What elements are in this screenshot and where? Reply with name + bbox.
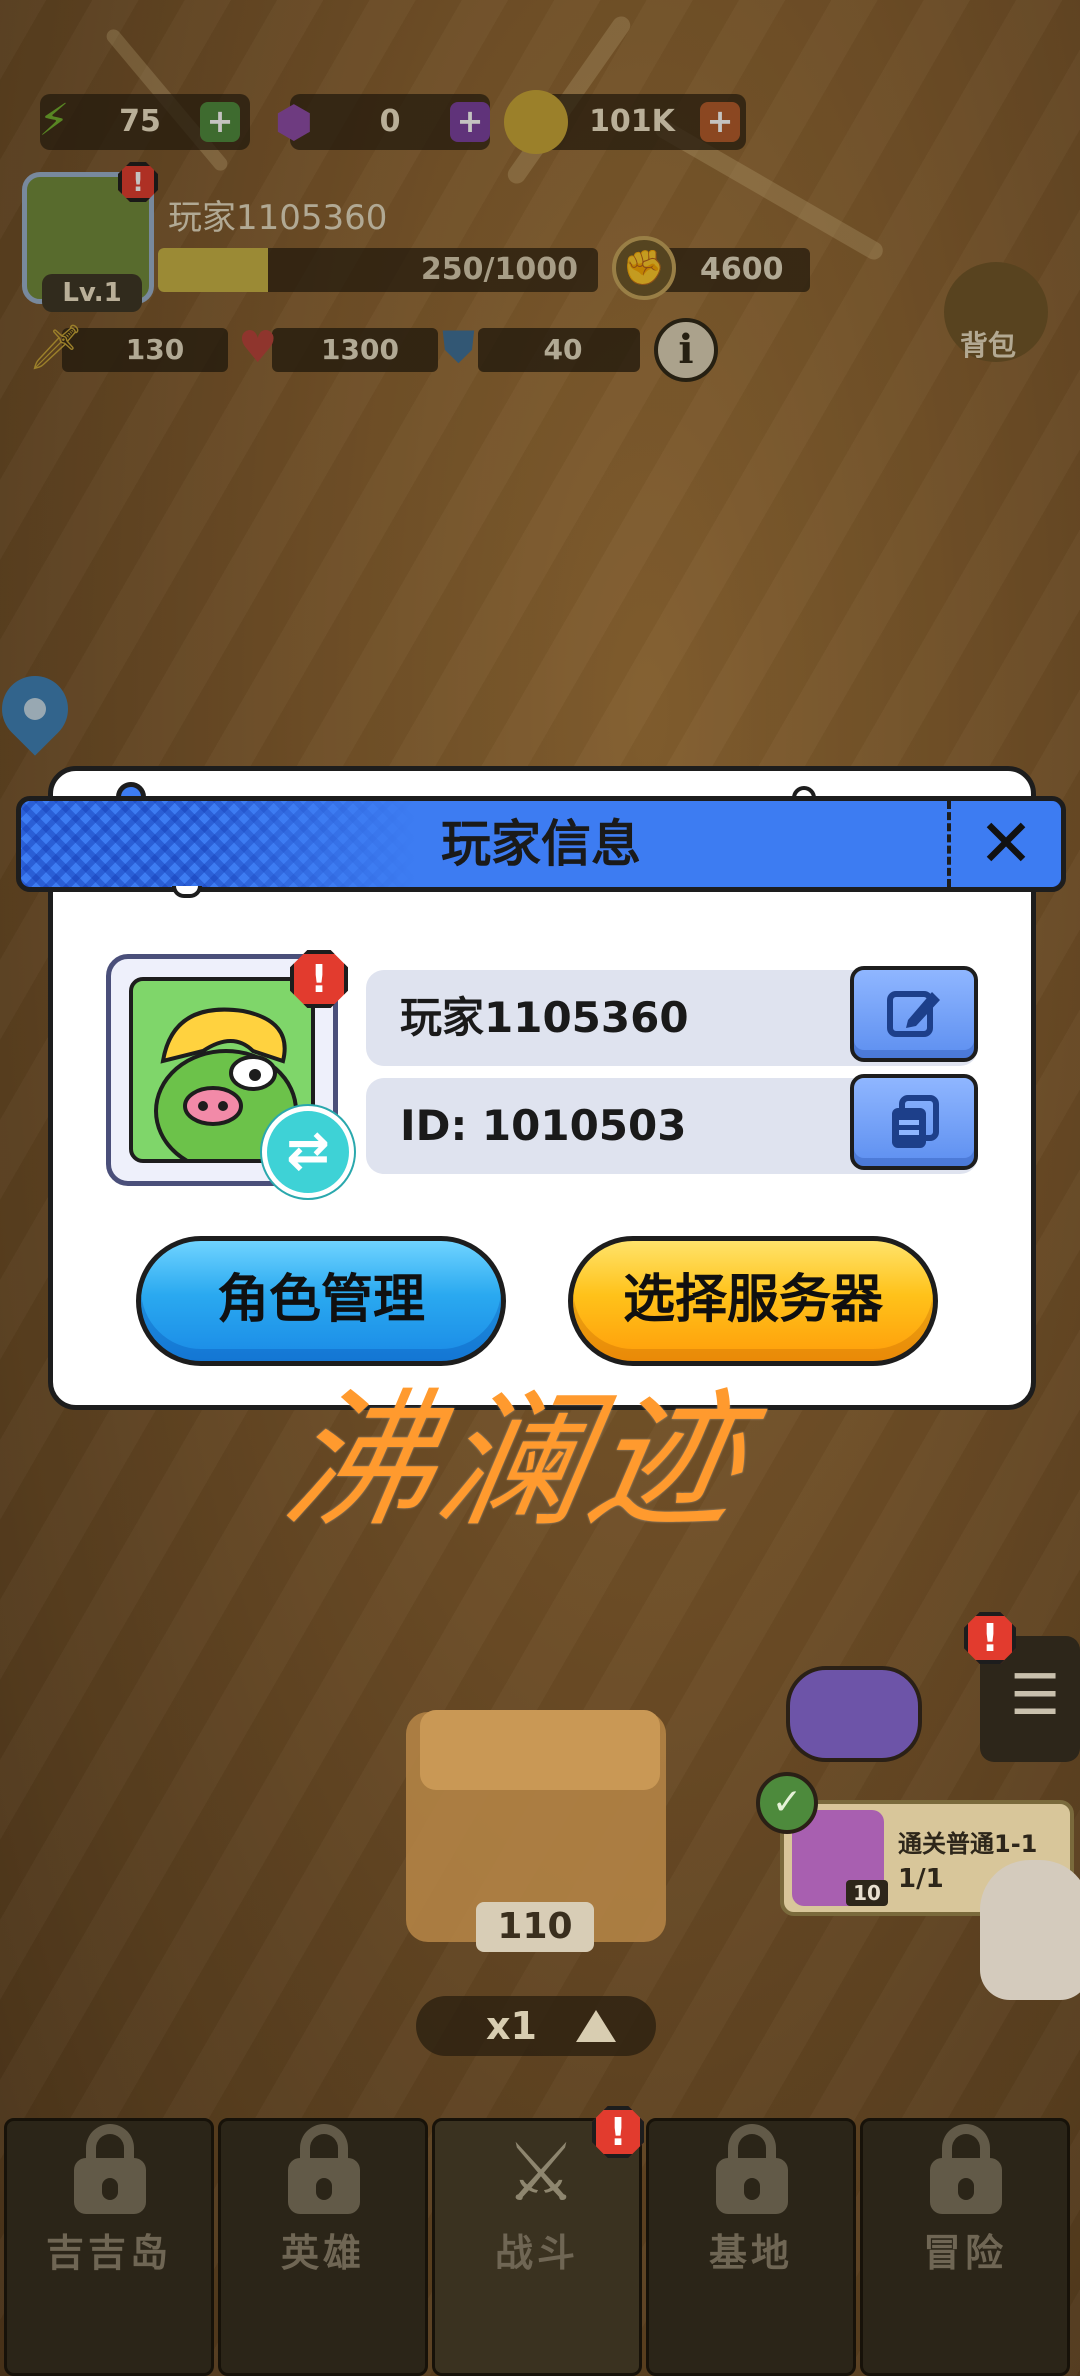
- list-icon: ☰: [1010, 1663, 1061, 1728]
- speed-up-icon[interactable]: [576, 2010, 616, 2042]
- player-id-value: ID: 1010503: [400, 1101, 687, 1150]
- pointer-hand-icon: [980, 1860, 1080, 2000]
- player-name-field: 玩家1105360: [366, 966, 978, 1066]
- gamepad-icon[interactable]: [786, 1666, 922, 1762]
- tab-label: 吉吉岛: [45, 2231, 172, 2275]
- lock-icon: [68, 2124, 152, 2214]
- menu-alert-badge: !: [964, 1612, 1016, 1664]
- dialog-header: 玩家信息 ✕: [16, 796, 1066, 892]
- lock-icon: [710, 2124, 794, 2214]
- battle-alert-badge: !: [592, 2106, 644, 2158]
- swap-avatar-icon[interactable]: ⇄: [262, 1106, 354, 1198]
- dialog-title: 玩家信息: [441, 815, 641, 873]
- player-id-field: ID: 1010503: [366, 1074, 978, 1174]
- copy-icon: [892, 1095, 939, 1148]
- lock-icon: [282, 2124, 366, 2214]
- tab-label: 冒险: [922, 2231, 1007, 2275]
- edit-name-button[interactable]: [850, 966, 978, 1062]
- avatar-alert-badge: !: [290, 950, 348, 1008]
- player-name-value: 玩家1105360: [400, 993, 689, 1042]
- check-icon: ✓: [756, 1772, 818, 1834]
- box-count: 110: [476, 1902, 594, 1952]
- close-icon: ✕: [978, 805, 1034, 882]
- close-button[interactable]: ✕: [947, 801, 1061, 887]
- crossed-swords-icon: ⚔: [505, 2126, 577, 2219]
- quest-title: 通关普通1-1: [898, 1830, 1038, 1858]
- speed-toggle[interactable]: x1: [416, 1996, 656, 2056]
- lock-icon: [924, 2124, 1008, 2214]
- tab-label: 基地: [708, 2231, 793, 2275]
- quest-reward-count: 10: [846, 1880, 888, 1906]
- watermark-text: 沸澜迹: [272, 1375, 759, 1547]
- edit-icon: [887, 991, 940, 1037]
- copy-id-button[interactable]: [850, 1074, 978, 1170]
- treasure-box-lid: [420, 1710, 660, 1790]
- tab-label: 战斗: [494, 2231, 579, 2275]
- quest-progress: 1/1: [898, 1864, 944, 1894]
- tab-label: 英雄: [280, 2231, 365, 2275]
